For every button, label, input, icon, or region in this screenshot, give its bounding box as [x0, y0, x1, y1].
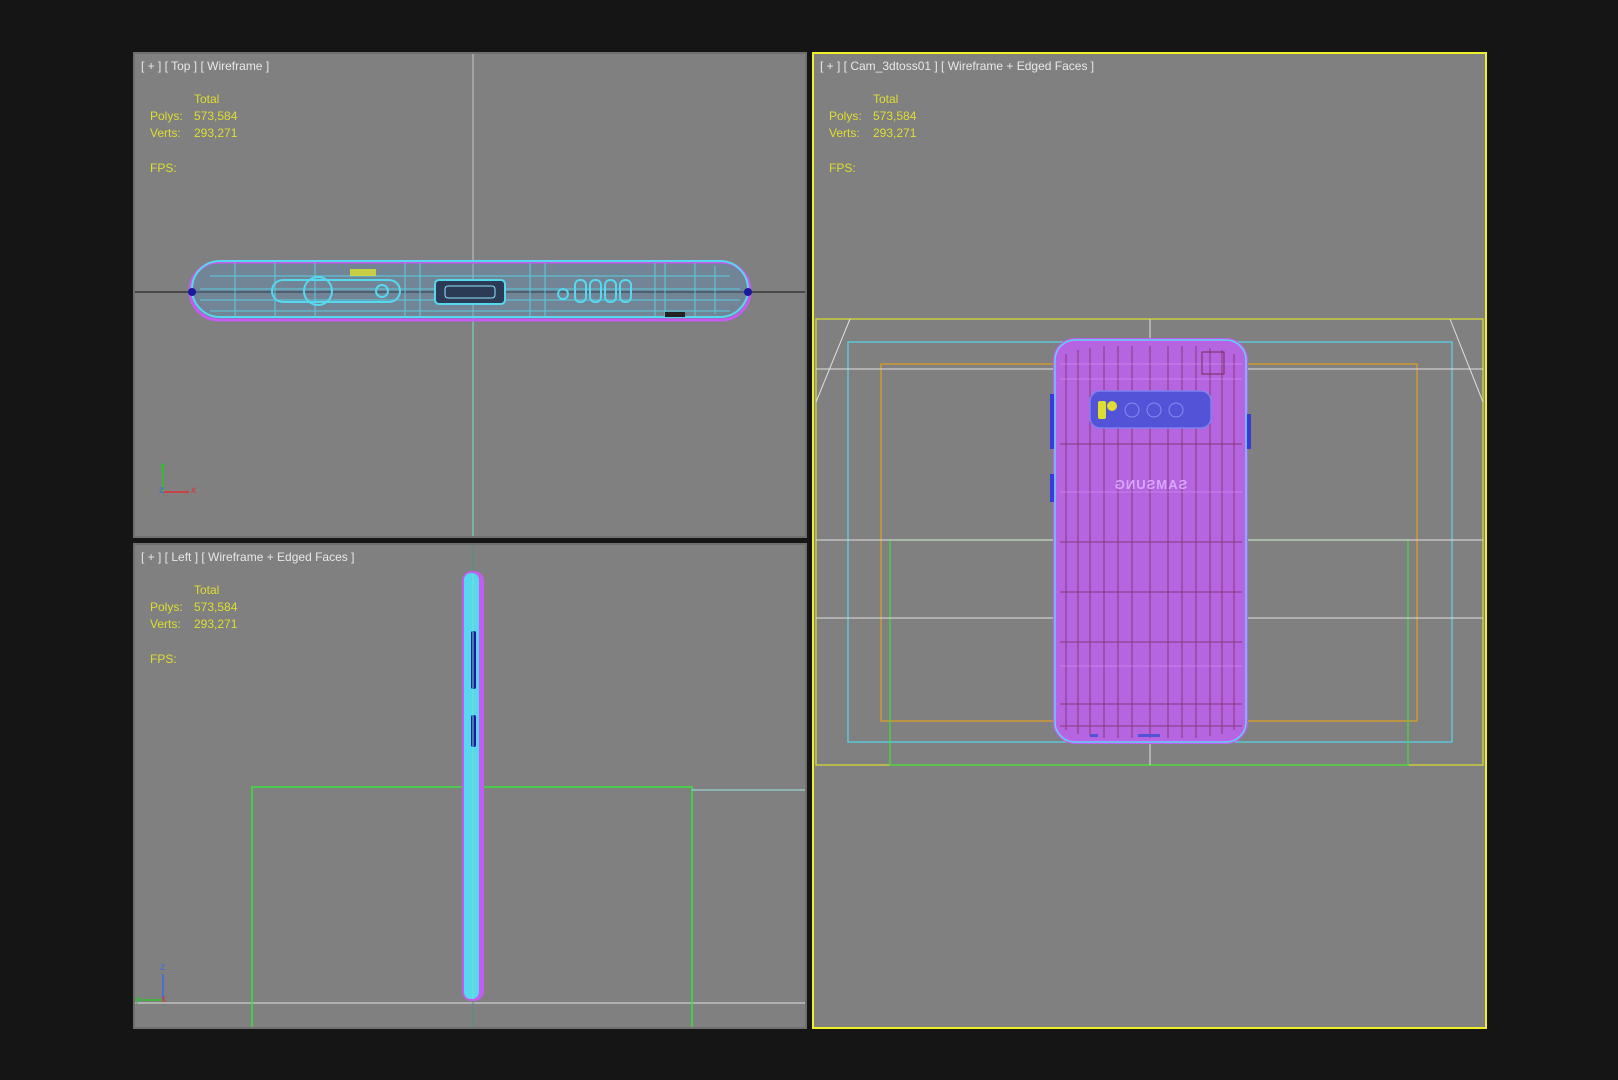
- phone-back-wireframe: [1050, 338, 1251, 744]
- verts-value: 293,271: [194, 617, 238, 631]
- model-brand-text: SAMSUNG: [1113, 477, 1188, 492]
- verts-value: 293,271: [873, 126, 917, 140]
- viewport-label-top[interactable]: [ + ] [ Top ] [ Wireframe ]: [141, 59, 269, 73]
- phone-top-wireframe: [188, 260, 752, 322]
- axis-x-label: x: [161, 994, 166, 1005]
- stats-overlay: Total Polys: 573,584 Verts: 293,271 FPS:: [150, 91, 237, 177]
- axis-y-label: y: [135, 994, 140, 1005]
- polys-value: 573,584: [194, 109, 238, 123]
- stats-total: Total: [194, 583, 220, 597]
- fps-label: FPS:: [829, 161, 856, 175]
- polys-value: 573,584: [873, 109, 917, 123]
- fps-label: FPS:: [150, 652, 177, 666]
- stats-overlay: Total Polys: 573,584 Verts: 293,271 FPS:: [829, 91, 916, 177]
- viewport-camera[interactable]: SAMSUNG [ + ] [ Cam_3dtoss01 ] [ Wirefra…: [812, 52, 1487, 1029]
- verts-label: Verts:: [150, 126, 181, 140]
- axis-gizmo-top: [162, 464, 189, 493]
- polys-label: Polys:: [150, 109, 183, 123]
- viewport-label-camera[interactable]: [ + ] [ Cam_3dtoss01 ] [ Wireframe + Edg…: [820, 59, 1094, 73]
- polys-value: 573,584: [194, 600, 238, 614]
- viewport-left[interactable]: [ + ] [ Left ] [ Wireframe + Edged Faces…: [133, 543, 807, 1029]
- viewport-label-left[interactable]: [ + ] [ Left ] [ Wireframe + Edged Faces…: [141, 550, 354, 564]
- camera-view-scene: [815, 318, 1484, 766]
- verts-label: Verts:: [829, 126, 860, 140]
- polys-label: Polys:: [829, 109, 862, 123]
- stats-total: Total: [194, 92, 220, 106]
- axis-gizmo-left: [138, 974, 164, 1001]
- phone-side-wireframe: [462, 571, 484, 1001]
- polys-label: Polys:: [150, 600, 183, 614]
- axis-y-label: y: [160, 461, 165, 472]
- stats-overlay: Total Polys: 573,584 Verts: 293,271 FPS:: [150, 582, 237, 668]
- axis-x-label: x: [191, 485, 196, 496]
- fps-label: FPS:: [150, 161, 177, 175]
- viewport-top[interactable]: [ + ] [ Top ] [ Wireframe ] Total Polys:…: [133, 52, 807, 538]
- axis-z-label: z: [159, 485, 164, 496]
- verts-label: Verts:: [150, 617, 181, 631]
- axis-z-label: z: [160, 962, 165, 973]
- verts-value: 293,271: [194, 126, 238, 140]
- stats-total: Total: [873, 92, 899, 106]
